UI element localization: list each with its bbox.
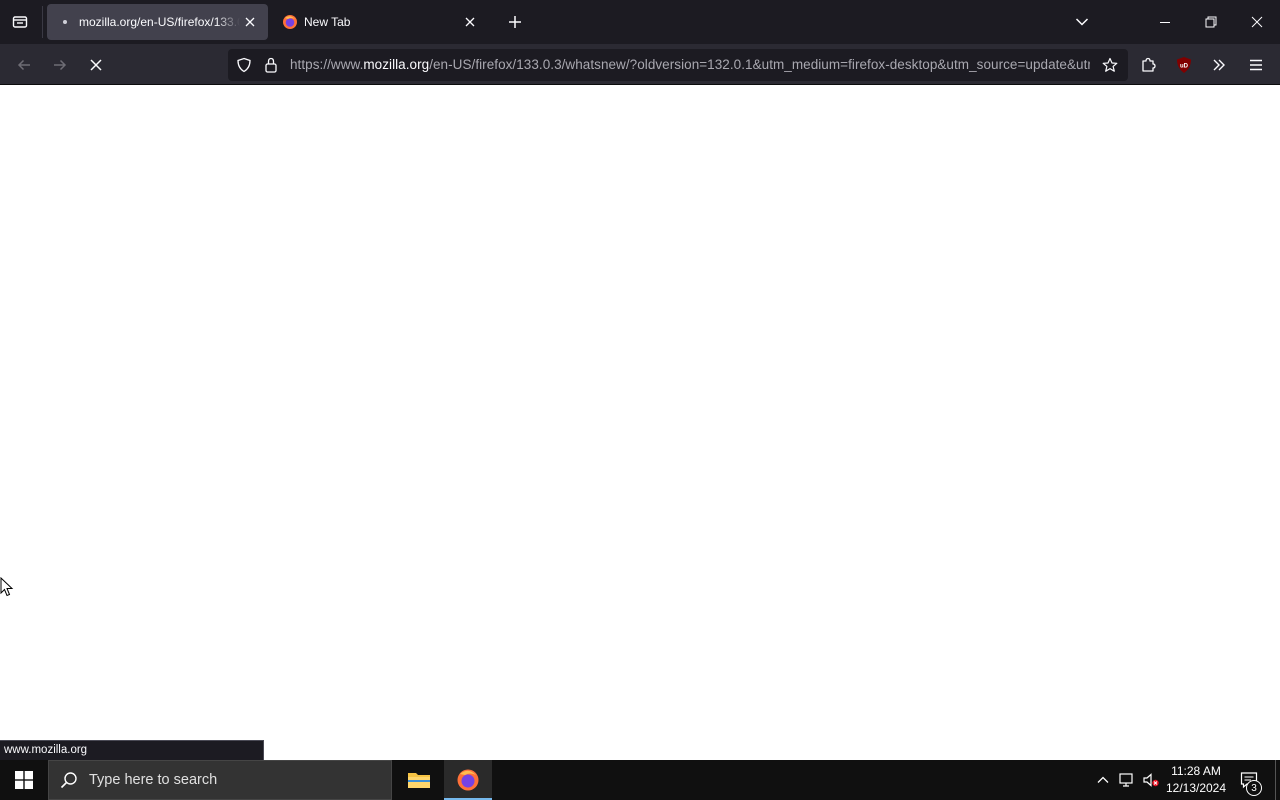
close-window-button[interactable]	[1237, 6, 1277, 38]
chevron-down-icon	[1075, 18, 1089, 26]
tab-close-button[interactable]	[460, 12, 480, 32]
restore-icon	[1205, 16, 1217, 28]
firefox-view-button[interactable]	[6, 8, 34, 36]
notification-count-badge: 3	[1246, 780, 1262, 796]
windows-taskbar: Type here to search 11:28 AM 12/13/2024 …	[0, 760, 1280, 800]
ublock-shield-icon: uD	[1177, 57, 1191, 73]
puzzle-icon	[1142, 57, 1156, 72]
status-panel: www.mozilla.org	[0, 740, 264, 760]
app-menu-button[interactable]	[1241, 50, 1271, 80]
taskbar-clock[interactable]: 11:28 AM 12/13/2024	[1160, 763, 1232, 797]
star-icon	[1102, 57, 1118, 72]
ublock-origin-button[interactable]: uD	[1169, 50, 1199, 80]
network-icon	[1119, 773, 1133, 787]
extensions-button[interactable]	[1133, 50, 1163, 80]
forward-button[interactable]	[45, 50, 75, 80]
tab-strip: mozilla.org/en-US/firefox/133.0.3/whatsn…	[0, 0, 1280, 44]
url-bar[interactable]: https://www.mozilla.org/en-US/firefox/13…	[228, 49, 1128, 81]
url-path: /en-US/firefox/133.0.3/whatsnew/?oldvers…	[429, 57, 1090, 72]
start-button[interactable]	[0, 760, 48, 800]
show-desktop-button[interactable]	[1275, 760, 1280, 800]
clock-date: 12/13/2024	[1165, 781, 1227, 795]
tab-title: mozilla.org/en-US/firefox/133.0.3/whatsn…	[79, 15, 240, 29]
speaker-muted-icon	[1143, 773, 1159, 787]
page-content-area[interactable]	[0, 85, 1280, 760]
show-hidden-icons-button[interactable]	[1093, 770, 1113, 790]
hamburger-menu-icon	[1250, 59, 1262, 71]
tab-title: New Tab	[304, 15, 351, 29]
volume-tray-button[interactable]	[1141, 770, 1161, 790]
double-chevron-right-icon	[1213, 59, 1225, 71]
plus-icon	[509, 16, 521, 28]
close-icon	[465, 17, 475, 27]
taskbar-search-box[interactable]: Type here to search	[48, 760, 392, 800]
bookmark-star-button[interactable]	[1098, 53, 1122, 77]
network-tray-button[interactable]	[1117, 770, 1137, 790]
shield-icon[interactable]	[235, 56, 253, 74]
svg-text:uD: uD	[1180, 64, 1189, 70]
firefox-icon	[457, 769, 479, 791]
tab-close-button[interactable]	[240, 12, 260, 32]
taskbar-file-explorer[interactable]	[395, 760, 443, 800]
stop-icon	[90, 59, 102, 71]
new-tab-button[interactable]	[503, 10, 527, 34]
arrow-right-icon	[54, 59, 67, 71]
mouse-cursor-icon	[0, 577, 14, 597]
tab-new-tab[interactable]: New Tab	[272, 4, 488, 40]
arrow-left-icon	[17, 59, 30, 71]
taskbar-firefox[interactable]	[444, 760, 492, 800]
windows-logo-icon	[15, 771, 33, 789]
chevron-up-icon	[1097, 776, 1109, 783]
search-icon	[59, 770, 79, 790]
clock-time: 11:28 AM	[1171, 764, 1221, 778]
url-domain: mozilla.org	[363, 57, 430, 72]
back-button[interactable]	[9, 50, 39, 80]
firefox-view-icon	[12, 16, 28, 28]
stop-button[interactable]	[81, 50, 111, 80]
minimize-icon	[1160, 22, 1170, 23]
close-icon	[245, 17, 255, 27]
overflow-menu-button[interactable]	[1204, 50, 1234, 80]
tab-mozilla-whatsnew[interactable]: mozilla.org/en-US/firefox/133.0.3/whatsn…	[47, 4, 268, 40]
url-prefix: https://www.	[290, 57, 364, 72]
restore-button[interactable]	[1191, 6, 1231, 38]
close-icon	[1251, 16, 1263, 28]
folder-icon	[408, 773, 430, 788]
url-text[interactable]: https://www.mozilla.org/en-US/firefox/13…	[290, 57, 1090, 72]
tab-separator	[42, 6, 43, 38]
minimize-button[interactable]	[1145, 6, 1185, 38]
lock-icon[interactable]	[262, 56, 280, 74]
search-placeholder: Type here to search	[89, 772, 218, 788]
navigation-toolbar: https://www.mozilla.org/en-US/firefox/13…	[0, 44, 1280, 85]
loading-indicator-icon	[57, 14, 73, 30]
list-all-tabs-button[interactable]	[1070, 10, 1094, 34]
firefox-icon	[282, 14, 298, 30]
